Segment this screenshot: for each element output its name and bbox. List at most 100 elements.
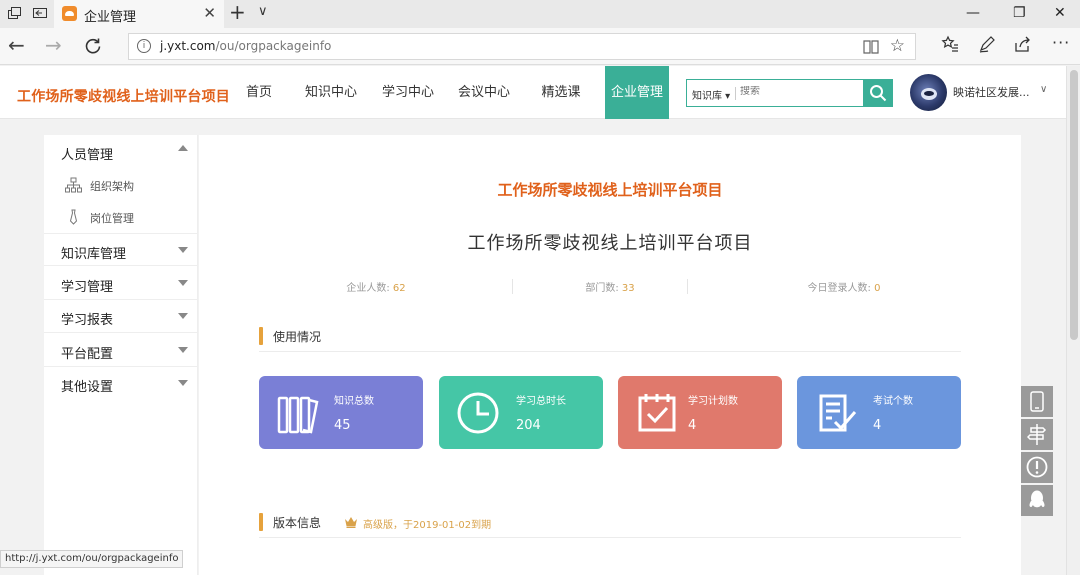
nav-featured-courses[interactable]: 精选课 [530, 66, 592, 119]
sidebar-group-label: 平台配置 [61, 347, 114, 362]
search-icon [870, 85, 887, 102]
exam-icon [819, 394, 857, 432]
card-label: 知识总数 [334, 396, 374, 407]
chevron-down-icon[interactable]: ∨ [1040, 84, 1047, 95]
project-logo: 工作场所零歧视线上培训平台项目 [497, 181, 723, 199]
alert-icon [1026, 456, 1048, 478]
forward-arrow-icon[interactable]: → [45, 34, 62, 56]
card-value: 204 [516, 418, 541, 433]
stat-today-login-count: 今日登录人数: 0 [807, 283, 881, 294]
share-icon[interactable] [1014, 35, 1032, 53]
close-window-button[interactable]: ✕ [1054, 5, 1066, 21]
nav-learning-center[interactable]: 学习中心 [377, 66, 439, 119]
qq-contact-button[interactable] [1021, 485, 1053, 516]
caret-down-icon [178, 280, 188, 286]
stat-member-count: 企业人数: 62 [346, 283, 406, 294]
status-bar-url: http://j.yxt.com/ou/orgpackageinfo [0, 550, 184, 568]
search-button[interactable] [863, 79, 893, 107]
sidebar-group-platform-config[interactable]: 平台配置 [44, 334, 198, 367]
minimize-button[interactable]: — [966, 5, 980, 21]
crown-icon [345, 517, 357, 528]
sidebar-group-label: 人员管理 [61, 148, 114, 163]
caret-down-icon [178, 347, 188, 353]
main-content: 工作场所零歧视线上培训平台项目 工作场所零歧视线上培训平台项目 企业人数: 62… [199, 135, 1021, 575]
sidebar-group-label: 学习报表 [61, 313, 114, 328]
nav-meeting-center[interactable]: 会议中心 [453, 66, 515, 119]
clock-icon [457, 392, 499, 434]
knowledge-total-card[interactable]: 知识总数 45 [259, 376, 423, 449]
reading-view-icon[interactable] [863, 40, 879, 54]
address-bar[interactable]: i j.yxt.com/ou/orgpackageinfo ☆ [128, 33, 916, 60]
qq-icon [1029, 490, 1045, 508]
web-note-pen-icon[interactable] [978, 35, 996, 53]
site-info-icon[interactable]: i [137, 39, 151, 53]
nav-enterprise-management[interactable]: 企业管理 [605, 66, 669, 119]
sidebar-group-label: 其他设置 [61, 380, 114, 395]
sidebar-item-org-structure[interactable]: 组织架构 [44, 169, 198, 201]
feedback-button[interactable] [1021, 452, 1053, 483]
card-label: 学习总时长 [516, 396, 566, 407]
card-value: 45 [334, 418, 351, 433]
phone-icon [1030, 391, 1044, 412]
search-scope-dropdown[interactable]: 知识库 ▾ [692, 87, 730, 102]
tab-preview-toggle-icon[interactable]: ∨ [258, 4, 268, 19]
card-value: 4 [688, 418, 697, 433]
section-title: 版本信息 [273, 516, 322, 530]
caret-up-icon [178, 145, 188, 151]
nav-home[interactable]: 首页 [238, 66, 280, 119]
caret-down-icon [178, 247, 188, 253]
scrollbar-thumb[interactable] [1070, 70, 1078, 340]
maximize-button[interactable]: ❐ [1013, 5, 1026, 21]
site-favicon-icon [62, 6, 77, 21]
admin-sidebar: 人员管理 组织架构 岗位管理 知识库管理 学习管理 学习报表 平台配置 其他设置 [44, 135, 198, 575]
sidebar-group-other-settings[interactable]: 其他设置 [44, 367, 198, 400]
user-avatar[interactable] [910, 74, 947, 111]
learning-plan-card[interactable]: 学习计划数 4 [618, 376, 782, 449]
sidebar-item-position-management[interactable]: 岗位管理 [44, 201, 198, 233]
browser-tab-active[interactable]: 企业管理 ✕ [54, 0, 224, 28]
search-input[interactable] [740, 86, 860, 97]
browser-tab-title: 企业管理 [84, 10, 137, 25]
caret-down-icon [178, 313, 188, 319]
floating-toolbar [1021, 386, 1053, 516]
browser-navigation-bar: ← → i j.yxt.com/ou/orgpackageinfo ☆ ··· [0, 28, 1080, 65]
refresh-icon[interactable] [84, 37, 102, 55]
tab-actions-icon[interactable] [8, 7, 22, 19]
card-label: 学习计划数 [688, 396, 738, 407]
learning-duration-card[interactable]: 学习总时长 204 [439, 376, 603, 449]
section-marker [259, 327, 263, 345]
new-tab-button[interactable]: + [229, 2, 246, 22]
tab-close-icon[interactable]: ✕ [203, 4, 216, 22]
exam-count-card[interactable]: 考试个数 4 [797, 376, 961, 449]
site-header: 工作场所零歧视线上培训平台项目 首页 知识中心 学习中心 会议中心 精选课 企业… [0, 66, 1066, 149]
sidebar-group-knowledge-base[interactable]: 知识库管理 [44, 233, 198, 266]
sidebar-group-people[interactable]: 人员管理 [44, 135, 198, 168]
page-scrollbar[interactable] [1066, 66, 1080, 575]
sidebar-item-label: 岗位管理 [90, 212, 134, 225]
caret-down-icon [178, 380, 188, 386]
divider [687, 279, 688, 294]
sidebar-group-learning-reports[interactable]: 学习报表 [44, 300, 198, 333]
sidebar-group-learning[interactable]: 学习管理 [44, 267, 198, 300]
sidebar-group-label: 知识库管理 [61, 247, 127, 262]
sidebar-item-label: 组织架构 [90, 180, 134, 193]
tie-icon [69, 209, 78, 225]
user-name[interactable]: 映诺社区发展... [953, 84, 1030, 100]
site-logo[interactable]: 工作场所零歧视线上培训平台项目 [17, 86, 230, 106]
favorite-star-icon[interactable]: ☆ [890, 36, 905, 56]
url-text: j.yxt.com/ou/orgpackageinfo [160, 39, 332, 53]
books-icon [277, 396, 319, 434]
section-title: 使用情况 [273, 330, 322, 344]
signpost-icon [1027, 424, 1047, 445]
more-options-icon[interactable]: ··· [1052, 33, 1070, 52]
set-aside-tabs-icon[interactable] [33, 7, 47, 19]
mobile-app-button[interactable] [1021, 386, 1053, 417]
calendar-check-icon [638, 394, 676, 432]
version-info-text: 高级版，于2019-01-02到期 [363, 520, 492, 531]
signpost-button[interactable] [1021, 419, 1053, 450]
card-label: 考试个数 [873, 396, 913, 407]
favorites-hub-icon[interactable] [941, 35, 959, 53]
sidebar-group-label: 学习管理 [61, 280, 114, 295]
nav-knowledge-center[interactable]: 知识中心 [300, 66, 362, 119]
back-arrow-icon[interactable]: ← [8, 34, 25, 56]
